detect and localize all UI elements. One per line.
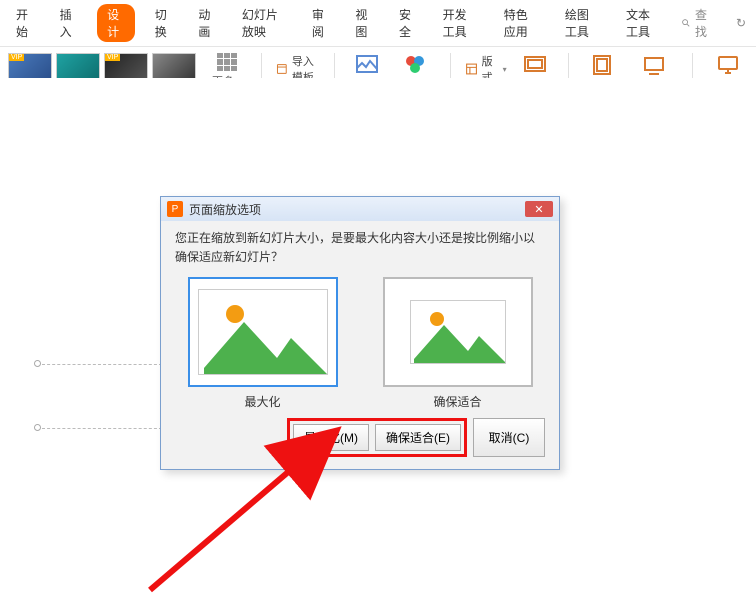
- dialog-message: 您正在缩放到新幻灯片大小，是要最大化内容大小还是按比例缩小以确保适应新幻灯片？: [175, 229, 545, 267]
- dialog-title: 页面缩放选项: [189, 201, 261, 218]
- app-icon: P: [167, 201, 183, 217]
- page-zoom-dialog: P 页面缩放选项 ✕ 您正在缩放到新幻灯片大小，是要最大化内容大小还是按比例缩小…: [160, 196, 560, 470]
- choice-maximize[interactable]: 最大化: [188, 277, 338, 410]
- cancel-button[interactable]: 取消(C): [473, 418, 545, 457]
- annotation-highlight: 最大化(M) 确保适合(E): [287, 418, 467, 457]
- dialog-backdrop: P 页面缩放选项 ✕ 您正在缩放到新幻灯片大小，是要最大化内容大小还是按比例缩小…: [0, 0, 756, 600]
- maximize-preview-icon: [199, 289, 327, 374]
- choice-fit-label: 确保适合: [383, 393, 533, 410]
- dialog-titlebar[interactable]: P 页面缩放选项 ✕: [161, 197, 559, 221]
- close-button[interactable]: ✕: [525, 201, 553, 217]
- choice-maximize-label: 最大化: [188, 393, 338, 410]
- choice-ensure-fit[interactable]: 确保适合: [383, 277, 533, 410]
- fit-preview-icon: [411, 300, 505, 363]
- maximize-button[interactable]: 最大化(M): [293, 424, 369, 451]
- ensure-fit-button[interactable]: 确保适合(E): [375, 424, 461, 451]
